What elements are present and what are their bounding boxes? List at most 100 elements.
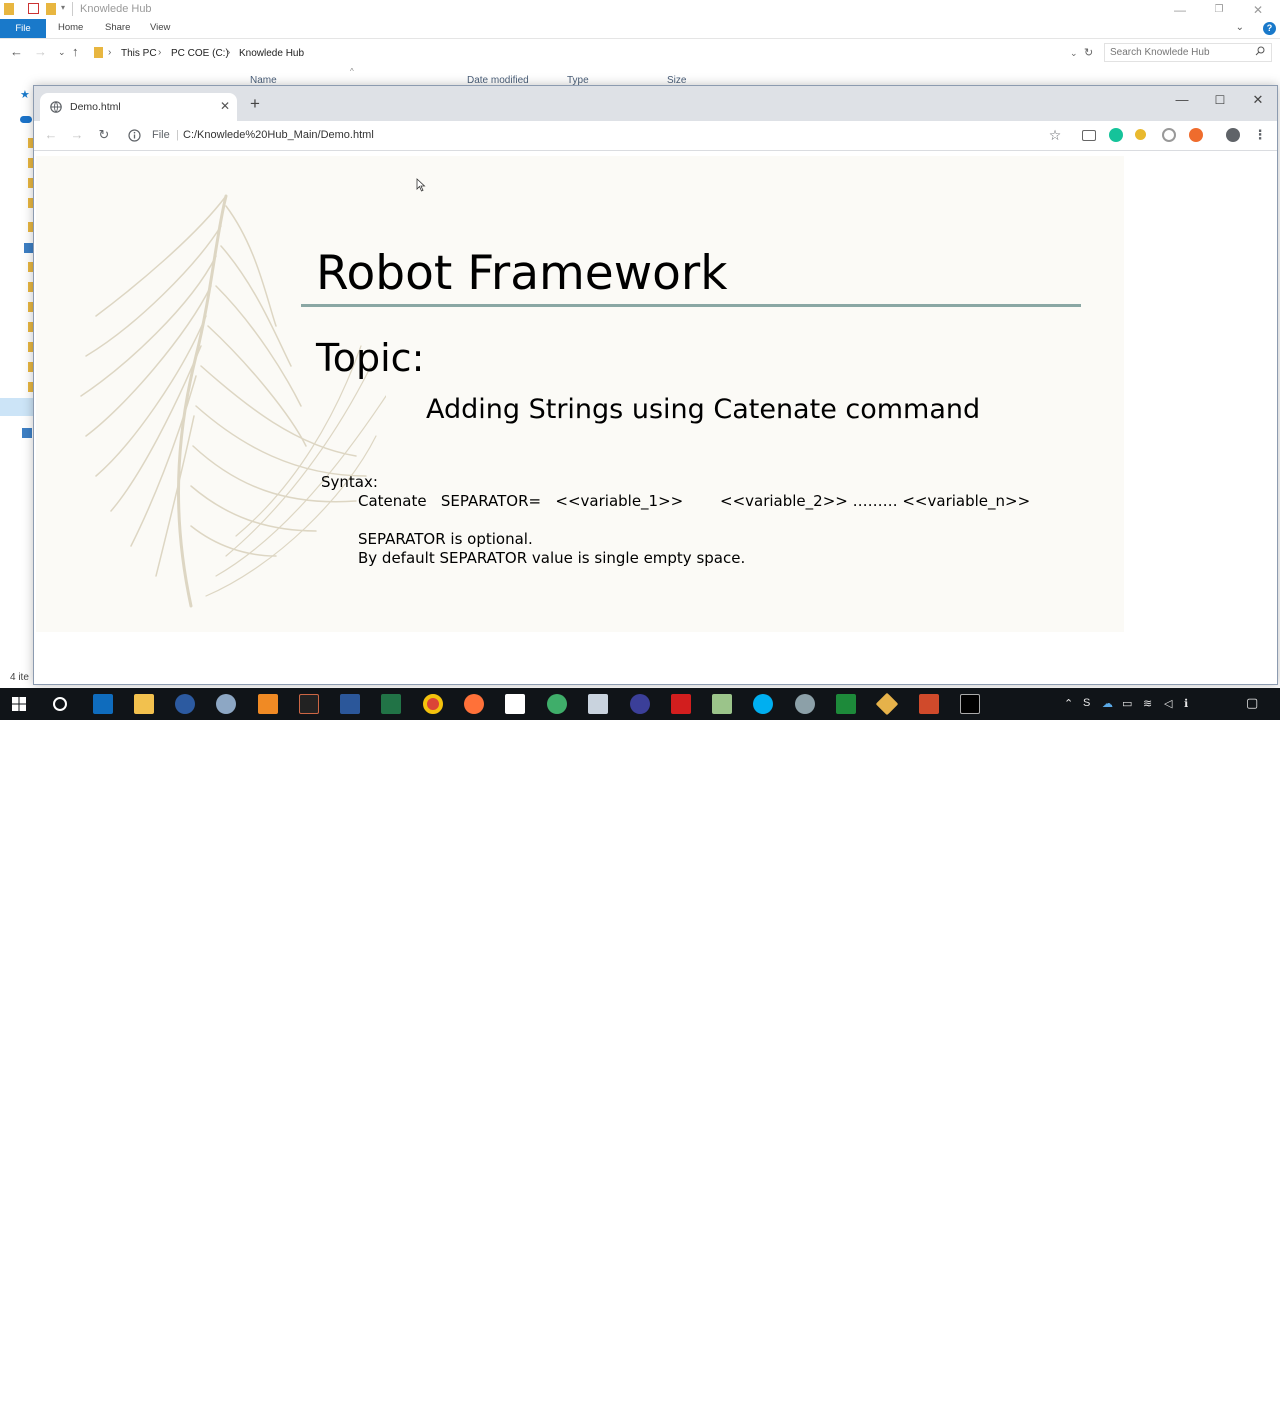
new-folder-icon[interactable] — [46, 3, 56, 15]
reload-icon[interactable]: ↻ — [96, 127, 112, 143]
breadcrumb-folder[interactable]: Knowlede Hub — [239, 48, 304, 59]
sheets-app-icon[interactable] — [712, 694, 732, 714]
volume-icon[interactable]: ◁ — [1164, 697, 1172, 710]
skype-icon[interactable] — [753, 694, 773, 714]
clock-time[interactable]: 12:54 PM — [1186, 1378, 1232, 1389]
paint-app-icon[interactable] — [795, 694, 815, 714]
battery-icon[interactable]: ▭ — [1122, 697, 1132, 710]
action-center-notification-icon[interactable]: ▢ — [1246, 695, 1258, 711]
status-bar-item-count: 4 ite — [10, 672, 29, 683]
this-pc-icon[interactable] — [24, 243, 33, 253]
settings-extension-icon[interactable] — [1162, 128, 1176, 142]
feather-decoration-image — [80, 194, 386, 608]
info-icon[interactable] — [128, 129, 141, 142]
explorer-address-row: ← → ⌄ ↑ › This PC › PC COE (C:) › Knowle… — [0, 40, 1280, 64]
selected-drive-item[interactable] — [0, 398, 33, 416]
omnibox[interactable]: File | C:/Knowlede%20Hub_Main/Demo.html — [122, 124, 1072, 148]
network-app-icon[interactable] — [216, 694, 236, 714]
browser-tab-demo[interactable]: Demo.html ✕ — [40, 93, 237, 121]
start-windows-icon[interactable] — [12, 697, 26, 711]
refresh-icon[interactable]: ↻ — [1084, 46, 1093, 59]
excel-icon[interactable] — [381, 694, 401, 714]
globe-icon — [50, 101, 62, 113]
git-app-icon[interactable] — [875, 692, 899, 716]
title-underline — [301, 304, 1081, 307]
profile-avatar-icon[interactable] — [1226, 128, 1240, 142]
ribbon-tab-view[interactable]: View — [150, 22, 170, 33]
vpn-lock-icon[interactable] — [175, 694, 195, 714]
firefox-icon[interactable] — [464, 694, 484, 714]
wifi-icon[interactable]: ≋ — [1143, 697, 1152, 710]
breadcrumb-this-pc[interactable]: This PC — [121, 48, 157, 59]
back-arrow-icon[interactable]: ← — [43, 127, 59, 143]
quick-access-dropdown-icon[interactable]: ▾ — [61, 3, 65, 12]
address-bar[interactable]: › This PC › PC COE (C:) › Knowlede Hub ⌄… — [89, 42, 1096, 63]
cortana-search-icon[interactable] — [53, 697, 67, 711]
column-headers: Name ^ Date modified Type Size — [236, 67, 736, 86]
eclipse-icon[interactable] — [630, 694, 650, 714]
url-separator: | — [176, 129, 179, 141]
help-icon[interactable]: ? — [1263, 22, 1276, 35]
up-arrow-icon[interactable]: ↑ — [72, 44, 79, 59]
tray-app-icon[interactable]: S — [1083, 697, 1090, 709]
forward-arrow-icon[interactable]: → — [34, 44, 47, 59]
tab-strip: Demo.html ✕ + — ☐ ✕ — [34, 86, 1277, 121]
notepad-icon[interactable] — [505, 694, 525, 714]
slide-page: Robot Framework Topic: Adding Strings us… — [36, 156, 1124, 632]
new-tab-button[interactable]: + — [250, 95, 260, 113]
globe-app-icon[interactable] — [547, 694, 567, 714]
show-hidden-icons-chevron-icon[interactable]: ⌃ — [1064, 697, 1073, 710]
explorer-minimize-button[interactable]: — — [1170, 2, 1190, 18]
grammarly-extension-icon[interactable] — [1109, 128, 1123, 142]
chrome-icon[interactable] — [423, 694, 443, 714]
explorer-restore-button[interactable]: ❐ — [1209, 2, 1229, 18]
clock-date[interactable]: 4/20/2020 — [1183, 1393, 1235, 1404]
camera-extension-icon[interactable] — [1082, 130, 1096, 141]
word-icon[interactable] — [340, 694, 360, 714]
explorer-ribbon: File Home Share View ⌄ ? — [0, 19, 1280, 39]
quick-access-star-icon[interactable]: ★ — [20, 88, 34, 101]
file-explorer-icon[interactable] — [134, 694, 154, 714]
back-arrow-icon[interactable]: ← — [10, 44, 23, 59]
outlook-icon[interactable] — [93, 694, 113, 714]
divider — [72, 2, 73, 16]
onedrive-tray-icon[interactable]: ☁ — [1102, 697, 1113, 710]
language-icon[interactable]: ℹ — [1184, 697, 1188, 710]
recent-locations-chevron-icon[interactable]: ⌄ — [58, 47, 66, 58]
tab-title: Demo.html — [70, 101, 121, 113]
browser-toolbar: ← → ↻ File | C:/Knowlede%20Hub_Main/Demo… — [34, 121, 1277, 151]
ribbon-tab-file[interactable]: File — [0, 19, 46, 38]
chrome-menu-icon[interactable]: ⋮ — [1252, 127, 1268, 143]
terminal-icon[interactable] — [960, 694, 980, 714]
address-dropdown-icon[interactable]: ⌄ — [1070, 48, 1078, 59]
ribbon-tab-share[interactable]: Share — [105, 22, 130, 33]
explorer-search-box[interactable]: Search Knowlede Hub — [1104, 43, 1272, 62]
acrobat-icon[interactable] — [671, 694, 691, 714]
slide-title: Robot Framework — [316, 246, 728, 301]
bookmark-star-icon[interactable]: ☆ — [1047, 127, 1063, 143]
explorer-title: Knowlede Hub — [80, 3, 152, 15]
expand-ribbon-chevron-icon[interactable]: ⌄ — [1236, 22, 1244, 33]
properties-icon[interactable] — [28, 3, 39, 14]
chrome-close-button[interactable]: ✕ — [1244, 90, 1272, 110]
mouse-cursor-icon — [416, 178, 426, 192]
explorer-close-button[interactable]: ✕ — [1248, 2, 1268, 18]
storage-app-icon[interactable] — [588, 694, 608, 714]
color-extension-icon[interactable] — [1135, 129, 1146, 140]
network-icon[interactable] — [22, 428, 32, 438]
ribbon-tab-home[interactable]: Home — [58, 22, 83, 33]
breadcrumb-drive[interactable]: PC COE (C:) — [171, 48, 229, 59]
blocker-extension-icon[interactable] — [1189, 128, 1203, 142]
onedrive-icon[interactable] — [20, 116, 32, 123]
script-app-icon[interactable] — [836, 694, 856, 714]
chrome-minimize-button[interactable]: — — [1168, 90, 1196, 110]
powerpoint-icon[interactable] — [919, 694, 939, 714]
intellij-icon[interactable] — [299, 694, 319, 714]
forward-arrow-icon[interactable]: → — [69, 127, 85, 143]
url-text[interactable]: C:/Knowlede%20Hub_Main/Demo.html — [183, 129, 374, 141]
topic-label: Topic: — [316, 336, 425, 380]
windows-taskbar: ⌃ S ☁ ▭ ≋ ◁ ℹ ▢ 12:54 PM 4/20/2020 — [0, 688, 1280, 1404]
sublime-text-icon[interactable] — [258, 694, 278, 714]
chrome-maximize-button[interactable]: ☐ — [1206, 90, 1234, 110]
tab-close-icon[interactable]: ✕ — [220, 99, 230, 113]
